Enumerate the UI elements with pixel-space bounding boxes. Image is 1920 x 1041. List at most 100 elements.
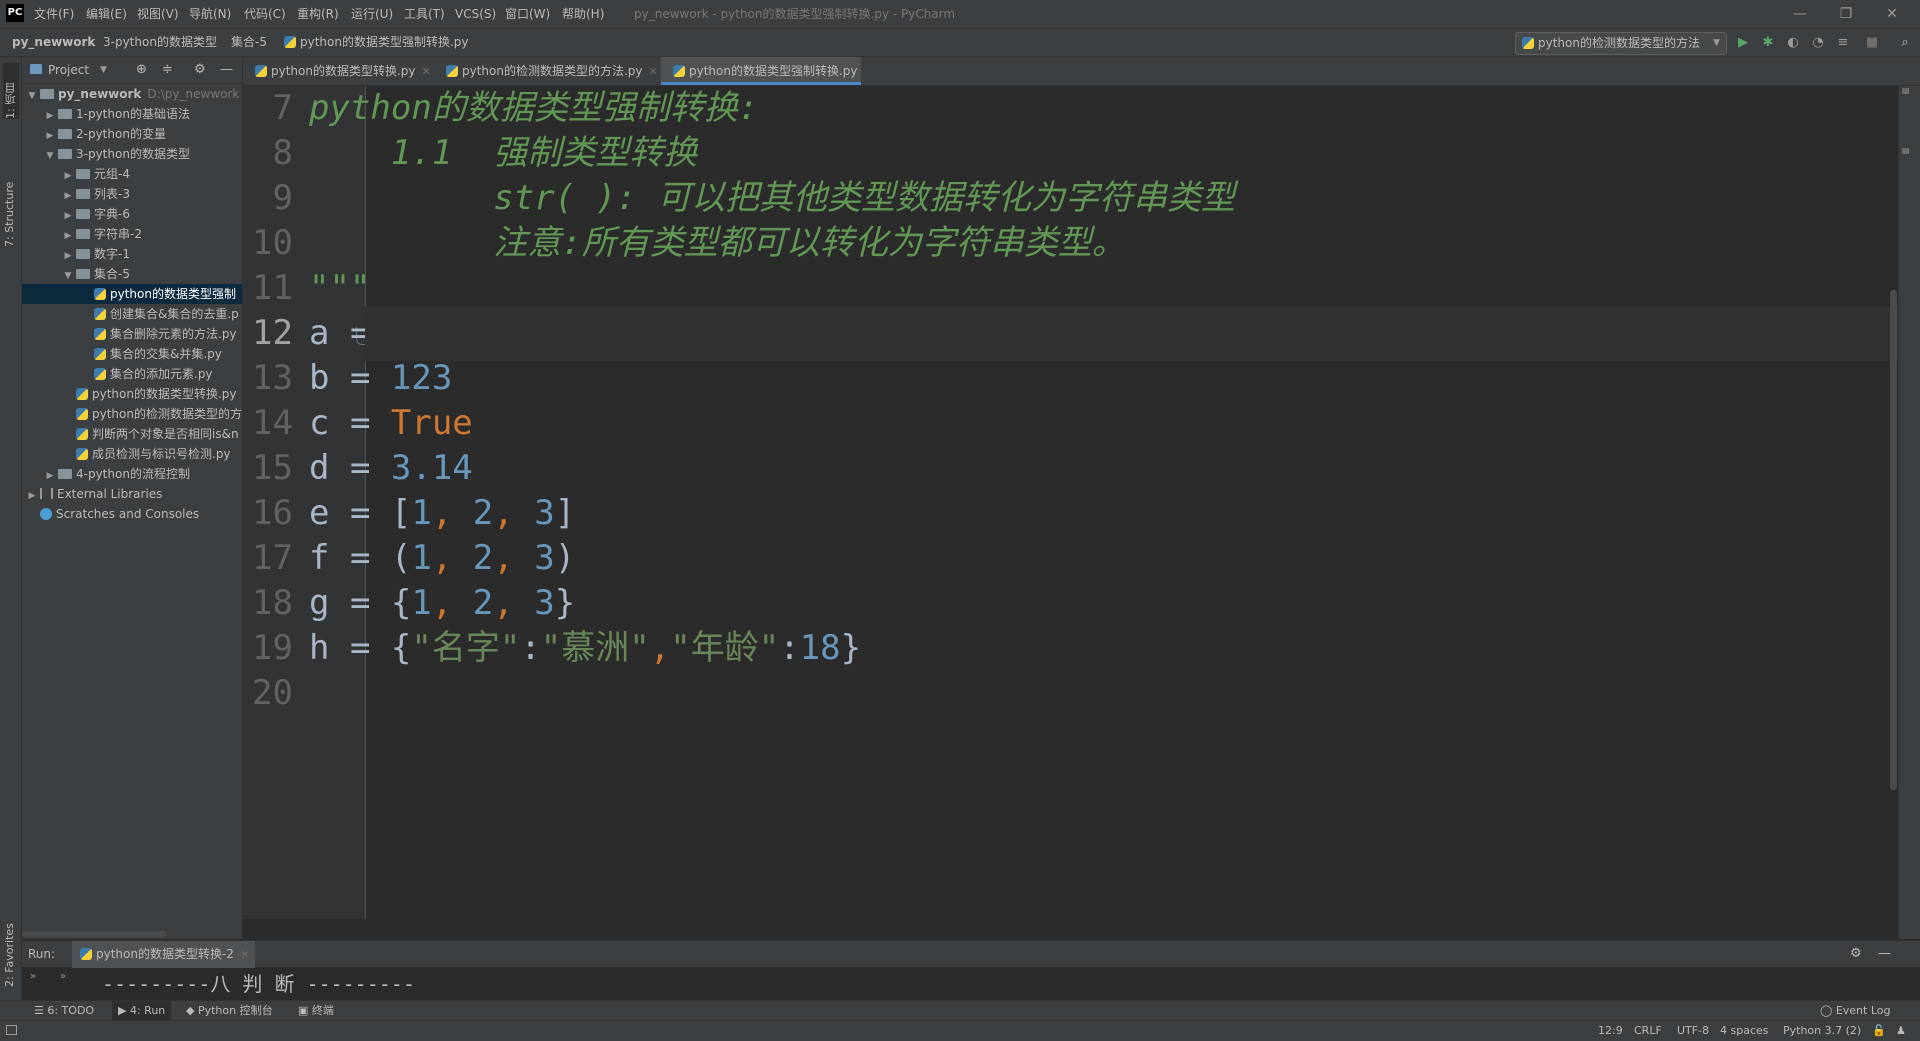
breadcrumb-subfolder[interactable]: 集合-5	[231, 29, 267, 56]
tree-file-item[interactable]: 创建集合&集合的去重.p	[22, 304, 242, 324]
tree-folder-item[interactable]: ▼ py_newwork D:\py_newwork	[22, 84, 242, 104]
run-icon[interactable]: ▶	[1733, 33, 1753, 53]
gear-icon[interactable]: ⚙	[194, 57, 206, 83]
search-everywhere-icon[interactable]: ⌕	[1895, 33, 1915, 53]
gear-icon[interactable]: ⚙	[1850, 941, 1862, 967]
folder-icon	[76, 229, 90, 239]
breadcrumb-project[interactable]: py_newwork	[12, 29, 95, 56]
file-encoding[interactable]: UTF-8	[1677, 1021, 1709, 1041]
code-editor[interactable]: 7 8 9 10 11 12 13 14 15 16 17 18 19 20 python的数据类型强制转…	[243, 86, 1898, 939]
minimize-button[interactable]: —	[1777, 0, 1823, 28]
tool-windows-toggle-icon[interactable]	[6, 1025, 17, 1035]
database-tool-button-icon[interactable]: ▤	[1902, 146, 1910, 155]
favorites-tool-button[interactable]: 2: Favorites	[3, 907, 16, 987]
inspector-icon[interactable]: ♟	[1896, 1021, 1906, 1041]
sciview-tool-button-icon[interactable]: ▤	[1902, 86, 1910, 95]
chevron-down-icon[interactable]: ▼	[100, 57, 107, 83]
tree-file-item[interactable]: python的数据类型转换.py	[22, 384, 242, 404]
tree-folder-item[interactable]: ▶ 列表-3	[22, 184, 242, 204]
tree-file-item[interactable]: python的数据类型强制	[22, 284, 242, 304]
python-console-tool-button[interactable]: ◆ Python 控制台	[186, 1001, 273, 1021]
chevron-down-icon[interactable]: ▼	[62, 266, 74, 284]
menu-item[interactable]: VCS(S)	[455, 0, 496, 28]
menu-item[interactable]: 文件(F)	[34, 0, 74, 28]
tree-folder-item[interactable]: ▶ 字符串-2	[22, 224, 242, 244]
tree-file-item[interactable]: 判断两个对象是否相同is&n	[22, 424, 242, 444]
tree-folder-item[interactable]: ▶ External Libraries	[22, 484, 242, 504]
project-tool-button[interactable]: 1: 项目	[3, 63, 19, 119]
tree-folder-item[interactable]: ▼ 3-python的数据类型	[22, 144, 242, 164]
structure-tool-button[interactable]: 7: Structure	[3, 137, 16, 247]
line-separator[interactable]: CRLF	[1634, 1021, 1662, 1041]
menu-item[interactable]: 帮助(H)	[562, 0, 604, 28]
chevron-right-icon[interactable]: ▶	[62, 246, 74, 264]
restore-button[interactable]: ❐	[1823, 0, 1869, 28]
build-icon[interactable]: ≡	[1833, 33, 1853, 53]
run-tool-button[interactable]: ▶ 4: Run	[112, 1001, 172, 1021]
chevron-right-icon[interactable]: ▶	[62, 226, 74, 244]
chevron-right-icon[interactable]: ▶	[62, 186, 74, 204]
menu-item[interactable]: 视图(V)	[137, 0, 179, 28]
debug-icon[interactable]: ✱	[1758, 33, 1778, 53]
event-log-button[interactable]: ◯ Event Log	[1820, 1001, 1890, 1021]
chevron-right-icon[interactable]: ▶	[44, 466, 56, 484]
chevron-right-icon[interactable]: ▶	[44, 106, 56, 124]
breadcrumb-file[interactable]: python的数据类型强制转换.py	[282, 29, 469, 56]
chevron-down-icon[interactable]: ▼	[26, 86, 38, 104]
tree-folder-item[interactable]: ▶ 元组-4	[22, 164, 242, 184]
tree-folder-item[interactable]: ▶ 2-python的变量	[22, 124, 242, 144]
project-view-select[interactable]: Project	[48, 57, 89, 83]
horizontal-scrollbar[interactable]	[22, 931, 167, 937]
stop-icon[interactable]: ■	[1862, 33, 1882, 53]
close-icon[interactable]: ✕	[240, 948, 249, 961]
chevron-right-icon[interactable]: ▶	[62, 206, 74, 224]
tree-file-item[interactable]: 集合删除元素的方法.py	[22, 324, 242, 344]
menu-item[interactable]: 重构(R)	[297, 0, 339, 28]
close-icon[interactable]: ✕	[422, 65, 431, 78]
tree-folder-item[interactable]: ▶ 数字-1	[22, 244, 242, 264]
breadcrumb-folder[interactable]: 3-python的数据类型	[103, 29, 217, 56]
cursor-position[interactable]: 12:9	[1598, 1021, 1623, 1041]
chevron-down-icon[interactable]: ▼	[44, 146, 56, 164]
vertical-scrollbar[interactable]	[1890, 290, 1897, 790]
todo-tool-button[interactable]: ☰ 6: TODO	[34, 1001, 94, 1021]
profile-icon[interactable]: ◔	[1808, 33, 1828, 53]
tree-folder-item[interactable]: ▶ 字典-6	[22, 204, 242, 224]
tree-file-item[interactable]: 成员检测与标识号检测.py	[22, 444, 242, 464]
collapse-all-icon[interactable]: ≑	[162, 57, 173, 83]
run-configuration-select[interactable]: python的检测数据类型的方法 ▼	[1515, 32, 1727, 55]
tree-item-label: 成员检测与标识号检测.py	[92, 447, 231, 461]
tree-folder-item[interactable]: Scratches and Consoles	[22, 504, 242, 524]
code-token: h = {	[309, 628, 412, 668]
chevron-right-icon[interactable]: ▶	[62, 166, 74, 184]
close-window-button[interactable]: ✕	[1869, 0, 1915, 28]
menu-item[interactable]: 工具(T)	[404, 0, 445, 28]
chevron-right-icon[interactable]: ▶	[26, 486, 38, 504]
tree-file-item[interactable]: 集合的交集&并集.py	[22, 344, 242, 364]
expand-icon[interactable]: »	[30, 971, 36, 982]
menu-item[interactable]: 编辑(E)	[86, 0, 127, 28]
tree-folder-item[interactable]: ▶ 4-python的流程控制	[22, 464, 242, 484]
coverage-icon[interactable]: ◐	[1783, 33, 1803, 53]
chevron-right-icon[interactable]: ▶	[44, 126, 56, 144]
indent-setting[interactable]: 4 spaces	[1720, 1021, 1769, 1041]
code-token: ,	[431, 538, 473, 578]
terminal-tool-button[interactable]: ▣ 终端	[298, 1001, 334, 1021]
hide-panel-icon[interactable]: —	[220, 57, 233, 83]
menu-item[interactable]: 运行(U)	[351, 0, 393, 28]
tree-file-item[interactable]: 集合的添加元素.py	[22, 364, 242, 384]
tree-folder-item[interactable]: ▼ 集合-5	[22, 264, 242, 284]
hide-panel-icon[interactable]: —	[1878, 941, 1891, 967]
menu-item[interactable]: 窗口(W)	[505, 0, 550, 28]
close-icon[interactable]: ✕	[649, 65, 658, 78]
code-token: d =	[309, 448, 391, 488]
run-config-tab[interactable]: python的数据类型转换-2 ✕	[72, 941, 256, 968]
lock-icon[interactable]: 🔓	[1872, 1021, 1886, 1041]
python-interpreter[interactable]: Python 3.7 (2)	[1783, 1021, 1861, 1041]
tree-file-item[interactable]: python的检测数据类型的方	[22, 404, 242, 424]
expand-icon[interactable]: »	[60, 971, 66, 982]
locate-icon[interactable]: ⊕	[136, 57, 147, 83]
tree-folder-item[interactable]: ▶ 1-python的基础语法	[22, 104, 242, 124]
menu-item[interactable]: 代码(C)	[244, 0, 286, 28]
menu-item[interactable]: 导航(N)	[189, 0, 231, 28]
